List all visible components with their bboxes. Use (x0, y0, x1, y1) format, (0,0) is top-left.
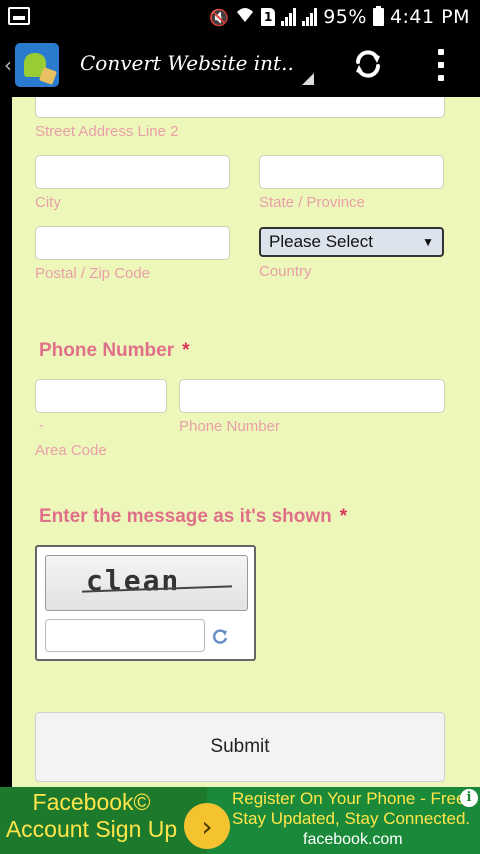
ad-domain: facebook.com (303, 831, 403, 848)
clock: 4:41 PM (389, 6, 470, 28)
chevron-down-icon: ▼ (422, 235, 434, 249)
city-input[interactable] (35, 155, 230, 189)
action-bar: ‹ Convert Website int.. (0, 33, 480, 97)
signal-icon-2 (302, 8, 318, 26)
area-code-label: Area Code (35, 442, 107, 459)
ad-arrow-icon[interactable]: › (184, 803, 230, 849)
ad-line-2: Stay Updated, Stay Connected. (232, 809, 471, 828)
battery-icon (372, 6, 384, 26)
battery-percent: 95% (323, 6, 367, 28)
phone-number-label: Phone Number (179, 418, 280, 435)
street-address-line2-label: Street Address Line 2 (35, 123, 179, 140)
app-android-icon[interactable] (15, 43, 59, 87)
ad-info-icon[interactable]: i (460, 789, 478, 807)
phone-number-heading-text: Phone Number (39, 340, 175, 361)
captcha-box: clean (35, 545, 256, 661)
webview-content[interactable]: Street Address Line 2 City State / Provi… (0, 97, 480, 787)
status-bar: 🔇 1 95% 4:41 PM (0, 0, 480, 33)
country-select-value: Please Select (269, 232, 373, 251)
ad-headline: Facebook© Account Sign Up (5, 789, 178, 842)
state-input[interactable] (259, 155, 444, 189)
overflow-menu-icon[interactable] (436, 49, 446, 81)
submit-button[interactable]: Submit (35, 712, 445, 782)
tool-icon (39, 67, 57, 85)
ad-left-panel[interactable]: Facebook© Account Sign Up (0, 787, 207, 854)
postal-code-input[interactable] (35, 226, 230, 260)
ad-line-1: Register On Your Phone - Free (232, 789, 466, 808)
captcha-heading: Enter the message as it's shown * (39, 506, 347, 528)
sim-icon: 1 (261, 8, 276, 26)
app-title[interactable]: Convert Website int.. (80, 51, 294, 75)
area-code-input[interactable] (35, 379, 167, 413)
status-icons: 🔇 1 95% 4:41 PM (209, 4, 470, 30)
postal-code-label: Postal / Zip Code (35, 265, 151, 282)
city-label: City (35, 194, 61, 211)
ad-arrow-glyph: › (201, 809, 213, 843)
captcha-word: clean (86, 564, 181, 597)
wifi-icon (235, 6, 255, 29)
captcha-image: clean (45, 555, 248, 611)
country-label: Country (259, 263, 312, 280)
back-chevron-icon[interactable]: ‹ (4, 53, 12, 77)
refresh-icon[interactable] (352, 48, 384, 80)
captcha-input[interactable] (45, 619, 205, 652)
ad-banner[interactable]: Facebook© Account Sign Up › Register On … (0, 787, 480, 854)
notification-icon (8, 7, 30, 25)
street-address-line2-input[interactable] (35, 97, 445, 118)
area-code-dash: - (39, 417, 44, 434)
captcha-required-asterisk: * (339, 506, 348, 527)
captcha-refresh-icon[interactable] (211, 627, 229, 645)
phone-required-asterisk: * (182, 340, 190, 361)
phone-number-input[interactable] (179, 379, 445, 413)
mute-icon: 🔇 (209, 7, 230, 27)
captcha-heading-text: Enter the message as it's shown (39, 506, 332, 527)
phone-number-heading: Phone Number * (39, 340, 190, 362)
country-select[interactable]: Please Select ▼ (259, 227, 444, 257)
state-label: State / Province (259, 194, 365, 211)
title-dropdown-icon[interactable] (302, 73, 314, 85)
signal-icon-1 (281, 8, 297, 26)
form-card: Street Address Line 2 City State / Provi… (12, 97, 480, 787)
